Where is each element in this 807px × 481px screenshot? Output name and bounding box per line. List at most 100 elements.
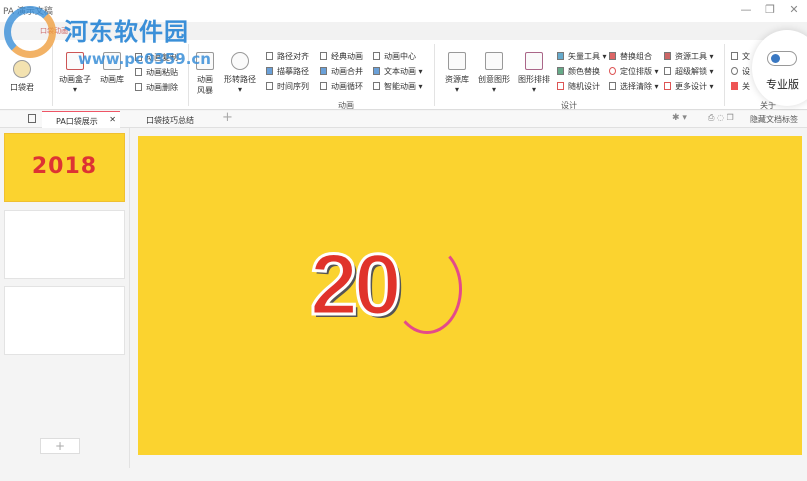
label: 创意图形 xyxy=(478,75,510,84)
label: 动画风暴 xyxy=(197,75,213,95)
label: 关 xyxy=(742,82,750,91)
label: 设 xyxy=(742,67,750,76)
path-align-button[interactable]: 路径对齐 xyxy=(266,51,309,62)
pin-icon[interactable]: ✱ ▾ xyxy=(672,113,687,123)
trace-icon xyxy=(266,67,273,75)
replace-group-button[interactable]: 替换组合 xyxy=(609,51,652,62)
tab-label: 口袋技巧总结 xyxy=(146,116,194,125)
label: 动画循环 xyxy=(331,82,363,91)
watermark-url: www.pc0359.cn xyxy=(78,50,211,68)
shape-arrange-button[interactable]: 图形排排 ▾ xyxy=(514,52,554,94)
save-icon[interactable] xyxy=(28,114,36,123)
shape-icon xyxy=(485,52,503,70)
divider xyxy=(52,44,53,106)
add-tab-button[interactable]: + xyxy=(222,110,233,125)
paste-icon xyxy=(135,68,142,76)
trash-icon xyxy=(135,83,142,91)
shape-path-button[interactable]: 形转路径 ▾ xyxy=(220,52,260,94)
slide-canvas[interactable]: 20 xyxy=(138,136,802,455)
about-button[interactable]: 关 xyxy=(731,81,750,92)
gear-icon xyxy=(731,67,738,75)
add-slide-button[interactable]: + xyxy=(40,438,80,454)
label: 智能动画 xyxy=(384,82,416,91)
smart-icon xyxy=(373,82,380,90)
shuffle-icon xyxy=(557,82,564,90)
slide-thumb-1[interactable]: 2018 xyxy=(4,133,125,202)
label: 文本动画 xyxy=(384,67,416,76)
label: 动画库 xyxy=(100,75,124,84)
slide-title-number: 20 xyxy=(309,236,404,335)
replace-icon xyxy=(609,52,616,60)
tab-tools-icons[interactable]: ⎙ ◌ ❐ xyxy=(708,113,734,123)
doc-icon xyxy=(731,52,738,60)
creative-shape-button[interactable]: 创意图形 ▾ xyxy=(474,52,514,94)
anim-paste-button[interactable]: 动画粘贴 xyxy=(135,67,178,78)
resource-icon xyxy=(448,52,466,70)
merge-icon xyxy=(320,67,327,75)
label: 资源库 xyxy=(445,75,469,84)
settings-button[interactable]: 设 xyxy=(731,66,750,77)
text-anim-button[interactable]: 文本动画 ▾ xyxy=(373,66,423,77)
pro-toggle[interactable] xyxy=(767,51,797,66)
select-clear-button[interactable]: 选择清除 ▾ xyxy=(609,81,659,92)
doc-icon xyxy=(373,52,380,60)
about-doc-button[interactable]: 文 xyxy=(731,51,750,62)
vector-tools-button[interactable]: 矢量工具 ▾ xyxy=(557,51,607,62)
resource-tools-button[interactable]: 资源工具 ▾ xyxy=(664,51,714,62)
doc-tab[interactable]: 口袋技巧总结 xyxy=(132,111,218,128)
flag-icon xyxy=(731,82,738,90)
trace-path-button[interactable]: 描摹路径 xyxy=(266,66,309,77)
vector-icon xyxy=(557,52,564,60)
divider xyxy=(724,44,725,106)
anim-delete-button[interactable]: 动画删除 xyxy=(135,82,178,93)
super-unlock-button[interactable]: 超级解锁 ▾ xyxy=(664,66,714,77)
grid-icon xyxy=(664,52,671,60)
arrange-icon xyxy=(525,52,543,70)
position-layout-button[interactable]: 定位排版 ▾ xyxy=(609,66,659,77)
anim-center-button[interactable]: 动画中心 xyxy=(373,51,416,62)
doc-tab-active[interactable]: PA口袋展示 ✕ xyxy=(42,111,120,128)
hide-tabs-button[interactable]: 隐藏文档标签 xyxy=(750,114,798,125)
path-icon xyxy=(231,52,249,70)
label: 文 xyxy=(742,52,750,61)
label: 形转路径 xyxy=(224,75,256,84)
label: 更多设计 xyxy=(675,82,707,91)
anim-loop-button[interactable]: 动画循环 xyxy=(320,81,363,92)
more-icon xyxy=(664,82,671,90)
label: 随机设计 xyxy=(568,82,600,91)
more-design-button[interactable]: 更多设计 ▾ xyxy=(664,81,714,92)
thumb-text: 2018 xyxy=(31,154,98,179)
maximize-button[interactable]: ❐ xyxy=(762,3,778,16)
smart-anim-button[interactable]: 智能动画 ▾ xyxy=(373,81,423,92)
slide-thumb-2[interactable] xyxy=(4,210,125,279)
slide-text: 20 xyxy=(309,236,404,335)
label: 经典动画 xyxy=(331,52,363,61)
close-tab-icon[interactable]: ✕ xyxy=(109,115,116,124)
classic-anim-button[interactable]: 经典动画 xyxy=(320,51,363,62)
minimize-button[interactable]: — xyxy=(738,3,754,16)
lock-icon xyxy=(664,67,671,75)
slide-thumb-3[interactable] xyxy=(4,286,125,355)
pocket-button[interactable]: 口袋君 xyxy=(2,60,42,93)
paint-icon xyxy=(557,67,564,75)
label: 颜色替换 xyxy=(568,67,600,76)
close-button[interactable]: ✕ xyxy=(786,3,802,16)
timeline-button[interactable]: 时间序列 xyxy=(266,81,309,92)
doc-icon xyxy=(320,52,327,60)
label: 超级解锁 xyxy=(675,67,707,76)
doc-icon xyxy=(266,52,273,60)
target-icon xyxy=(609,67,616,75)
label: 资源工具 xyxy=(675,52,707,61)
color-replace-button[interactable]: 颜色替换 xyxy=(557,66,600,77)
watermark-logo xyxy=(4,6,56,58)
resource-lib-button[interactable]: 资源库 ▾ xyxy=(437,52,477,94)
label: 矢量工具 xyxy=(568,52,600,61)
pocket-icon xyxy=(13,60,31,78)
loop-icon xyxy=(320,82,327,90)
label: 定位排版 xyxy=(620,67,652,76)
label: 动画盒子 xyxy=(59,75,91,84)
group-label-animation: 动画 xyxy=(338,101,354,110)
text-icon xyxy=(373,67,380,75)
anim-merge-button[interactable]: 动画合并 xyxy=(320,66,363,77)
random-design-button[interactable]: 随机设计 xyxy=(557,81,600,92)
